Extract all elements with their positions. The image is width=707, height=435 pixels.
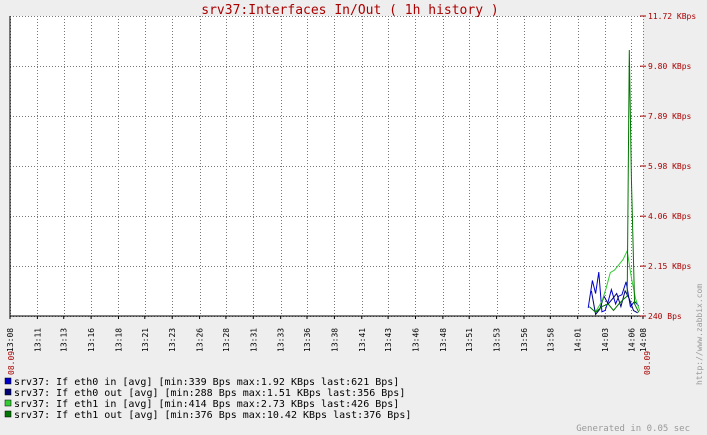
x-tick-label: 13:16 <box>87 328 96 352</box>
x-tick-label: 13:13 <box>60 328 69 352</box>
x-tick-label: 13:26 <box>196 328 205 352</box>
x-tick-label: 13:51 <box>465 328 474 352</box>
y-tick-label: 240 Bps <box>648 312 682 321</box>
x-tick-label: 13:31 <box>249 328 258 352</box>
x-tick-label: 13:11 <box>33 328 42 352</box>
x-tick-label: 13:38 <box>330 328 339 352</box>
legend-swatch <box>4 410 12 418</box>
x-tick-label: 14:03 <box>601 328 610 352</box>
x-tick-label: 13:46 <box>411 328 420 352</box>
x-tick-label: 13:33 <box>277 328 286 352</box>
legend-entry: srv37: If eth1 in [avg] [min:414 Bps max… <box>14 399 399 410</box>
x-tick-label: 13:28 <box>222 328 231 352</box>
legend-entry: srv37: If eth0 out [avg] [min:288 Bps ma… <box>14 388 405 399</box>
plot-area <box>10 16 643 316</box>
x-tick-label: 13:56 <box>520 328 529 352</box>
legend-swatch <box>4 377 12 385</box>
start-date-label: 08.09 <box>7 351 16 375</box>
x-tick-label: 13:23 <box>168 328 177 352</box>
legend: srv37: If eth0 in [avg] [min:339 Bps max… <box>4 377 411 421</box>
x-tick-label: 13:41 <box>358 328 367 352</box>
y-tick-label: 5.98 KBps <box>648 162 692 171</box>
x-tick-label: 14:08 <box>639 328 648 352</box>
legend-swatch <box>4 399 12 407</box>
x-tick-label: 13:43 <box>384 328 393 352</box>
chart-title: srv37:Interfaces In/Out ( 1h history ) <box>201 3 498 18</box>
x-tick-label: 13:21 <box>141 328 150 352</box>
x-tick-label: 13:58 <box>546 328 555 352</box>
x-tick-label: 13:18 <box>114 328 123 352</box>
footer-generated: Generated in 0.05 sec <box>576 424 690 434</box>
x-tick-label: 13:08 <box>6 328 15 352</box>
interfaces-chart: 240 Bps 2.15 KBps 4.06 KBps 5.98 KBps 7.89 K… <box>0 0 707 435</box>
x-tick-label: 14:01 <box>574 328 583 352</box>
y-tick-label: 9.80 KBps <box>648 62 692 71</box>
y-tick-label: 4.06 KBps <box>648 212 692 221</box>
end-date-label: 08.09 <box>643 351 652 375</box>
x-tick-label: 13:48 <box>439 328 448 352</box>
x-tick-label: 13:36 <box>303 328 312 352</box>
legend-entry: srv37: If eth1 out [avg] [min:376 Bps ma… <box>14 410 411 421</box>
x-tick-label: 13:53 <box>493 328 502 352</box>
y-tick-label: 11.72 KBps <box>648 12 696 21</box>
legend-swatch <box>4 388 12 396</box>
watermark-text: http://www.zabbix.com <box>695 284 704 385</box>
x-tick-label: 14:06 <box>627 328 636 352</box>
chart: 240 Bps 2.15 KBps 4.06 KBps 5.98 KBps 7.89 K… <box>0 0 707 435</box>
y-tick-label: 7.89 KBps <box>648 112 692 121</box>
legend-entry: srv37: If eth0 in [avg] [min:339 Bps max… <box>14 377 399 388</box>
y-tick-label: 2.15 KBps <box>648 262 692 271</box>
